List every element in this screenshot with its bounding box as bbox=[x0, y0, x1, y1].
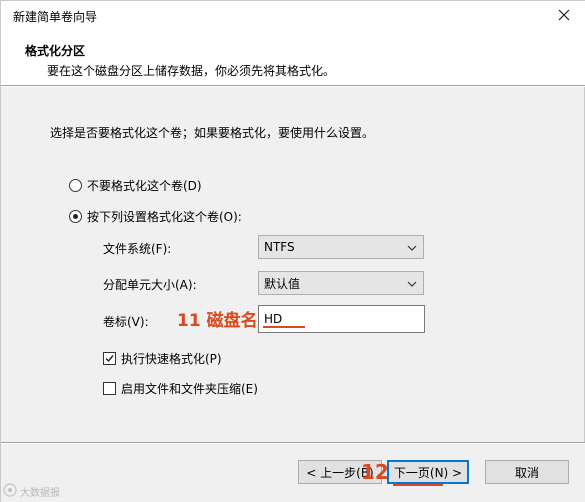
compression-box[interactable] bbox=[103, 382, 116, 395]
volume-label-value: HD bbox=[264, 312, 283, 326]
radio-format-button[interactable] bbox=[69, 210, 82, 223]
filesystem-label: 文件系统(F): bbox=[103, 242, 172, 256]
chevron-down-icon bbox=[407, 242, 417, 252]
watermark: 大数据报 bbox=[3, 483, 60, 500]
wizard-footer: < 上一步(B) 下一页(N) > 取消 bbox=[1, 444, 585, 502]
radio-no-format[interactable]: 不要格式化这个卷(D) bbox=[69, 177, 202, 194]
quick-format-checkbox[interactable]: 执行快速格式化(P) bbox=[103, 350, 222, 367]
wizard-header: 格式化分区 要在这个磁盘分区上储存数据，你必须先将其格式化。 bbox=[1, 31, 585, 85]
annotation-step12: 12 bbox=[361, 460, 389, 484]
cancel-button[interactable]: 取消 bbox=[485, 460, 569, 484]
instruction-text: 选择是否要格式化这个卷；如果要格式化，要使用什么设置。 bbox=[50, 126, 375, 140]
radio-format[interactable]: 按下列设置格式化这个卷(O): bbox=[69, 208, 242, 225]
volume-label-label: 卷标(V): bbox=[103, 315, 149, 329]
wizard-window: 新建简单卷向导 格式化分区 要在这个磁盘分区上储存数据，你必须先将其格式化。 选… bbox=[0, 0, 585, 502]
watermark-text: 大数据报 bbox=[20, 488, 60, 499]
annotation-underline bbox=[393, 484, 443, 486]
next-button[interactable]: 下一页(N) > bbox=[387, 460, 469, 484]
annotation-underline bbox=[263, 326, 305, 328]
close-icon[interactable] bbox=[556, 7, 572, 23]
watermark-logo-icon bbox=[3, 483, 17, 500]
title-bar: 新建简单卷向导 bbox=[1, 1, 585, 31]
window-title: 新建简单卷向导 bbox=[13, 10, 98, 24]
quick-format-label: 执行快速格式化(P) bbox=[121, 352, 222, 366]
radio-format-label: 按下列设置格式化这个卷(O): bbox=[87, 210, 242, 224]
header-divider bbox=[1, 85, 585, 87]
radio-no-format-button[interactable] bbox=[69, 179, 82, 192]
chevron-down-icon bbox=[407, 278, 417, 288]
alloc-label: 分配单元大小(A): bbox=[103, 278, 197, 292]
filesystem-select[interactable]: NTFS bbox=[258, 235, 424, 259]
compression-checkbox[interactable]: 启用文件和文件夹压缩(E) bbox=[103, 380, 258, 397]
page-subtitle: 要在这个磁盘分区上储存数据，你必须先将其格式化。 bbox=[47, 64, 336, 78]
page-title: 格式化分区 bbox=[25, 44, 86, 58]
quick-format-box[interactable] bbox=[103, 352, 116, 365]
alloc-value: 默认值 bbox=[264, 276, 301, 291]
compression-label: 启用文件和文件夹压缩(E) bbox=[121, 382, 258, 396]
annotation-step11: 11 磁盘名 bbox=[177, 311, 258, 331]
radio-no-format-label: 不要格式化这个卷(D) bbox=[87, 179, 202, 193]
volume-label-input[interactable]: HD bbox=[258, 305, 425, 333]
filesystem-value: NTFS bbox=[264, 240, 295, 254]
alloc-select[interactable]: 默认值 bbox=[258, 271, 424, 295]
